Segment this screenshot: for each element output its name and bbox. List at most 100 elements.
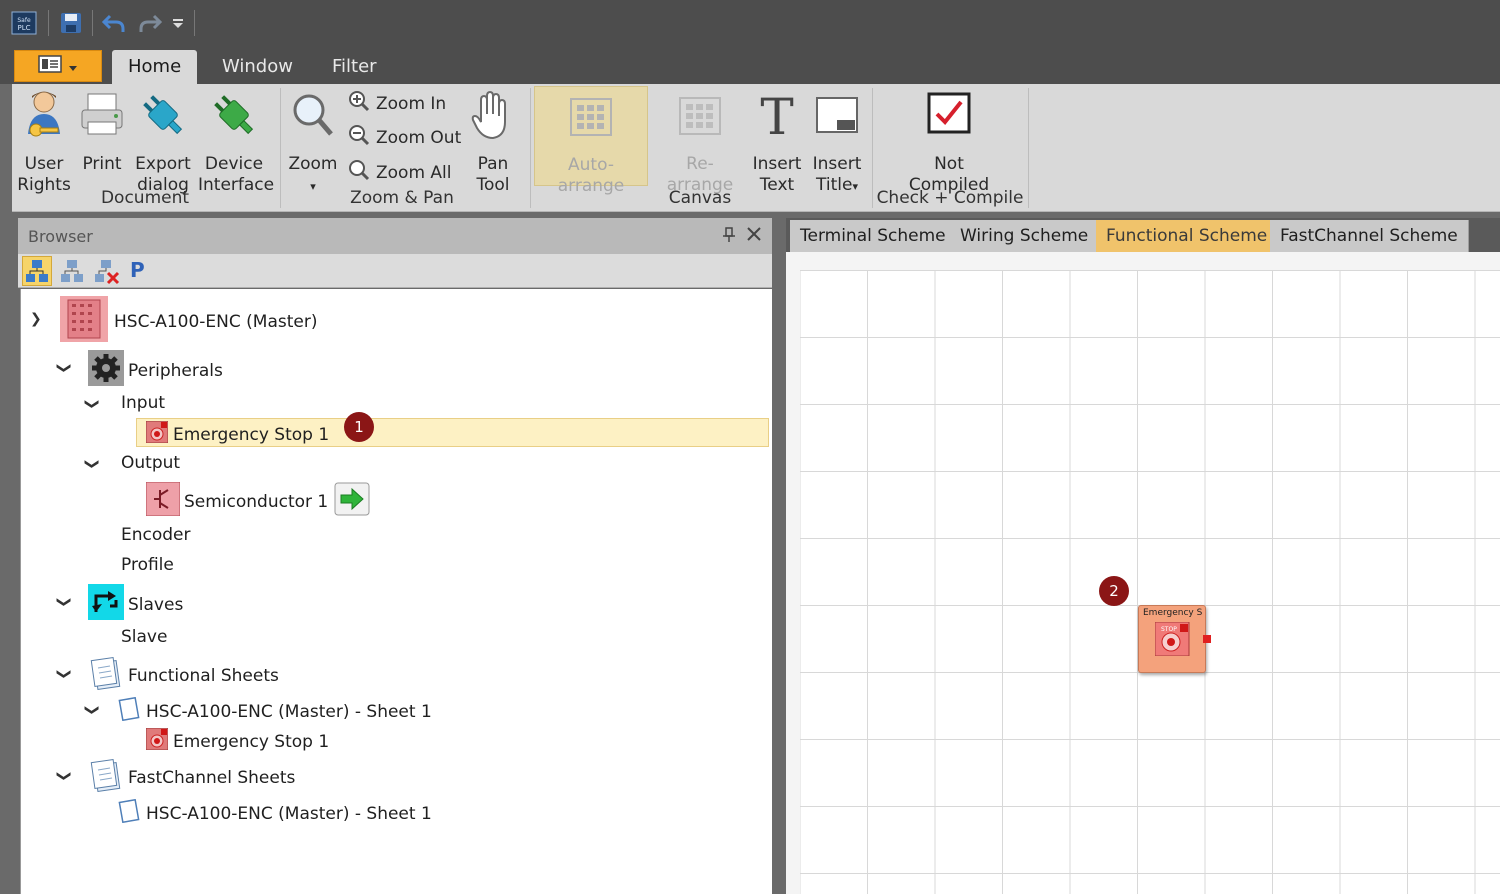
tab-home[interactable]: Home: [112, 50, 198, 84]
tab-window[interactable]: Window: [206, 50, 309, 84]
tree-item-fastchannel-sheet-1[interactable]: HSC-A100-ENC (Master) - Sheet 1: [118, 798, 432, 828]
sheet-icon: [118, 696, 140, 726]
parameters-p-icon[interactable]: P: [130, 258, 145, 282]
plug-export-icon: [134, 88, 192, 148]
tree-item-slaves[interactable]: Slaves: [88, 584, 183, 625]
emergency-stop-icon: [145, 727, 169, 755]
save-icon[interactable]: [58, 10, 84, 36]
print-button[interactable]: Print: [76, 88, 128, 175]
tree-label: HSC-A100-ENC (Master) - Sheet 1: [146, 701, 432, 722]
tree-item-peripherals[interactable]: Peripherals: [88, 350, 223, 391]
annotation-marker-1: 1: [344, 412, 374, 442]
user-rights-button[interactable]: User Rights: [16, 88, 72, 196]
chevron-down-icon[interactable]: ❯: [84, 398, 100, 410]
group-label-document: Document: [100, 188, 190, 208]
tree-item-functional-sheets[interactable]: Functional Sheets: [90, 656, 279, 695]
text-t-icon: T: [750, 88, 804, 148]
tab-wiring-scheme[interactable]: Wiring Scheme: [950, 220, 1100, 252]
re-arrange-button[interactable]: Re-arrange: [654, 88, 746, 196]
tree-item-fastchannel-sheets[interactable]: FastChannel Sheets: [90, 758, 295, 797]
tree-item-encoder[interactable]: Encoder: [121, 525, 191, 545]
sheets-icon: [90, 656, 122, 695]
svg-text:PLC: PLC: [17, 24, 30, 32]
chevron-down-icon[interactable]: ❯: [56, 596, 72, 608]
compile-status-button[interactable]: Not Compiled: [892, 88, 1006, 196]
browser-header: Browser: [18, 218, 772, 254]
tree-label: HSC-A100-ENC (Master) - Sheet 1: [146, 803, 432, 824]
tree-item-functional-sheet-1[interactable]: HSC-A100-ENC (Master) - Sheet 1: [118, 696, 432, 726]
svg-text:Safe: Safe: [17, 17, 31, 24]
sheets-icon: [90, 758, 122, 797]
pin-icon[interactable]: [722, 227, 736, 247]
redo-icon[interactable]: [136, 10, 164, 36]
tree-label: FastChannel Sheets: [128, 767, 296, 788]
tree-item-input[interactable]: Input: [121, 393, 165, 413]
tree-remove-icon[interactable]: [92, 257, 120, 289]
close-icon[interactable]: [746, 226, 762, 246]
tab-filter[interactable]: Filter: [316, 50, 393, 84]
chevron-down-icon[interactable]: ❯: [56, 362, 72, 374]
tab-fastchannel-scheme[interactable]: FastChannel Scheme: [1270, 220, 1469, 252]
export-dialog-button[interactable]: Export dialog: [134, 88, 192, 196]
chevron-down-icon[interactable]: ❯: [84, 458, 100, 470]
title-bar: Safe PLC: [0, 0, 1500, 46]
grid-rearrange-icon: [654, 88, 746, 148]
chevron-down-icon[interactable]: ❯: [56, 668, 72, 680]
tree-item-master[interactable]: HSC-A100-ENC (Master): [60, 296, 317, 347]
chevron-down-icon[interactable]: ❯: [84, 704, 100, 716]
tree-item-slave[interactable]: Slave: [121, 627, 167, 647]
zoom-button[interactable]: Zoom ▾: [286, 88, 340, 197]
tree-view-icon[interactable]: [22, 256, 52, 286]
functional-scheme-canvas[interactable]: [800, 270, 1500, 894]
tree-item-emergency-stop[interactable]: Emergency Stop 1: [145, 420, 329, 448]
svg-text:STOP: STOP: [1161, 626, 1177, 633]
tab-functional-scheme[interactable]: Functional Scheme: [1096, 220, 1279, 252]
tree-label: Output: [121, 453, 181, 473]
customize-dropdown-icon[interactable]: [170, 10, 186, 36]
chevron-down-icon: ▾: [310, 180, 316, 193]
pan-tool-button[interactable]: Pan Tool: [464, 88, 522, 196]
ribbon: User Rights Print Export dialog Device Inte…: [12, 84, 1500, 212]
browser-title: Browser: [28, 227, 93, 246]
tree-item-sheet-emergency-stop[interactable]: Emergency Stop 1: [145, 727, 329, 755]
insert-title-button[interactable]: Insert Title▾: [808, 88, 866, 197]
panel-layout-icon: [38, 54, 64, 78]
tree-label: Encoder: [121, 525, 191, 545]
device-interface-button[interactable]: Device Interface: [198, 88, 274, 196]
zoom-out-button[interactable]: Zoom Out: [348, 124, 461, 151]
transistor-icon: [145, 481, 181, 521]
tree-label: Profile: [121, 555, 174, 575]
zoom-in-button[interactable]: Zoom In: [348, 90, 446, 117]
group-label-canvas: Canvas: [668, 188, 732, 208]
checkbox-checked-icon: [892, 88, 1006, 148]
undo-icon[interactable]: [100, 10, 128, 36]
device-module-icon: [60, 296, 108, 347]
group-label-zoom-pan: Zoom & Pan: [350, 188, 454, 208]
application-menu-button[interactable]: [14, 50, 102, 82]
insert-text-button[interactable]: T Insert Text: [750, 88, 804, 196]
chevron-down-icon[interactable]: ❯: [30, 311, 42, 327]
tree-label: HSC-A100-ENC (Master): [114, 311, 318, 332]
tree-structure-icon[interactable]: [58, 257, 86, 289]
zoom-all-button[interactable]: Zoom All: [348, 159, 452, 186]
hand-icon: [464, 88, 522, 148]
plug-device-icon: [198, 88, 270, 148]
tree-item-profile[interactable]: Profile: [121, 555, 174, 575]
user-key-icon: [16, 88, 72, 148]
gear-icon: [88, 350, 124, 391]
auto-arrange-button[interactable]: Auto-arrange: [534, 86, 648, 196]
tree-item-output[interactable]: Output: [121, 453, 180, 473]
emergency-stop-icon: [145, 420, 169, 448]
chevron-down-icon[interactable]: ❯: [56, 770, 72, 782]
emergency-stop-block[interactable]: Emergency S STOP: [1138, 605, 1211, 673]
arrow-right-icon[interactable]: [334, 482, 370, 521]
tree-item-semiconductor[interactable]: Semiconductor 1: [145, 481, 370, 521]
chevron-down-icon: [68, 57, 78, 76]
output-port[interactable]: [1203, 635, 1211, 643]
group-divider: [872, 88, 873, 208]
softplc-logo-icon: Safe PLC: [10, 10, 38, 36]
svg-text:T: T: [760, 88, 793, 142]
tree-label: Functional Sheets: [128, 665, 279, 686]
tab-terminal-scheme[interactable]: Terminal Scheme: [790, 220, 957, 252]
slaves-arrow-icon: [88, 584, 124, 625]
